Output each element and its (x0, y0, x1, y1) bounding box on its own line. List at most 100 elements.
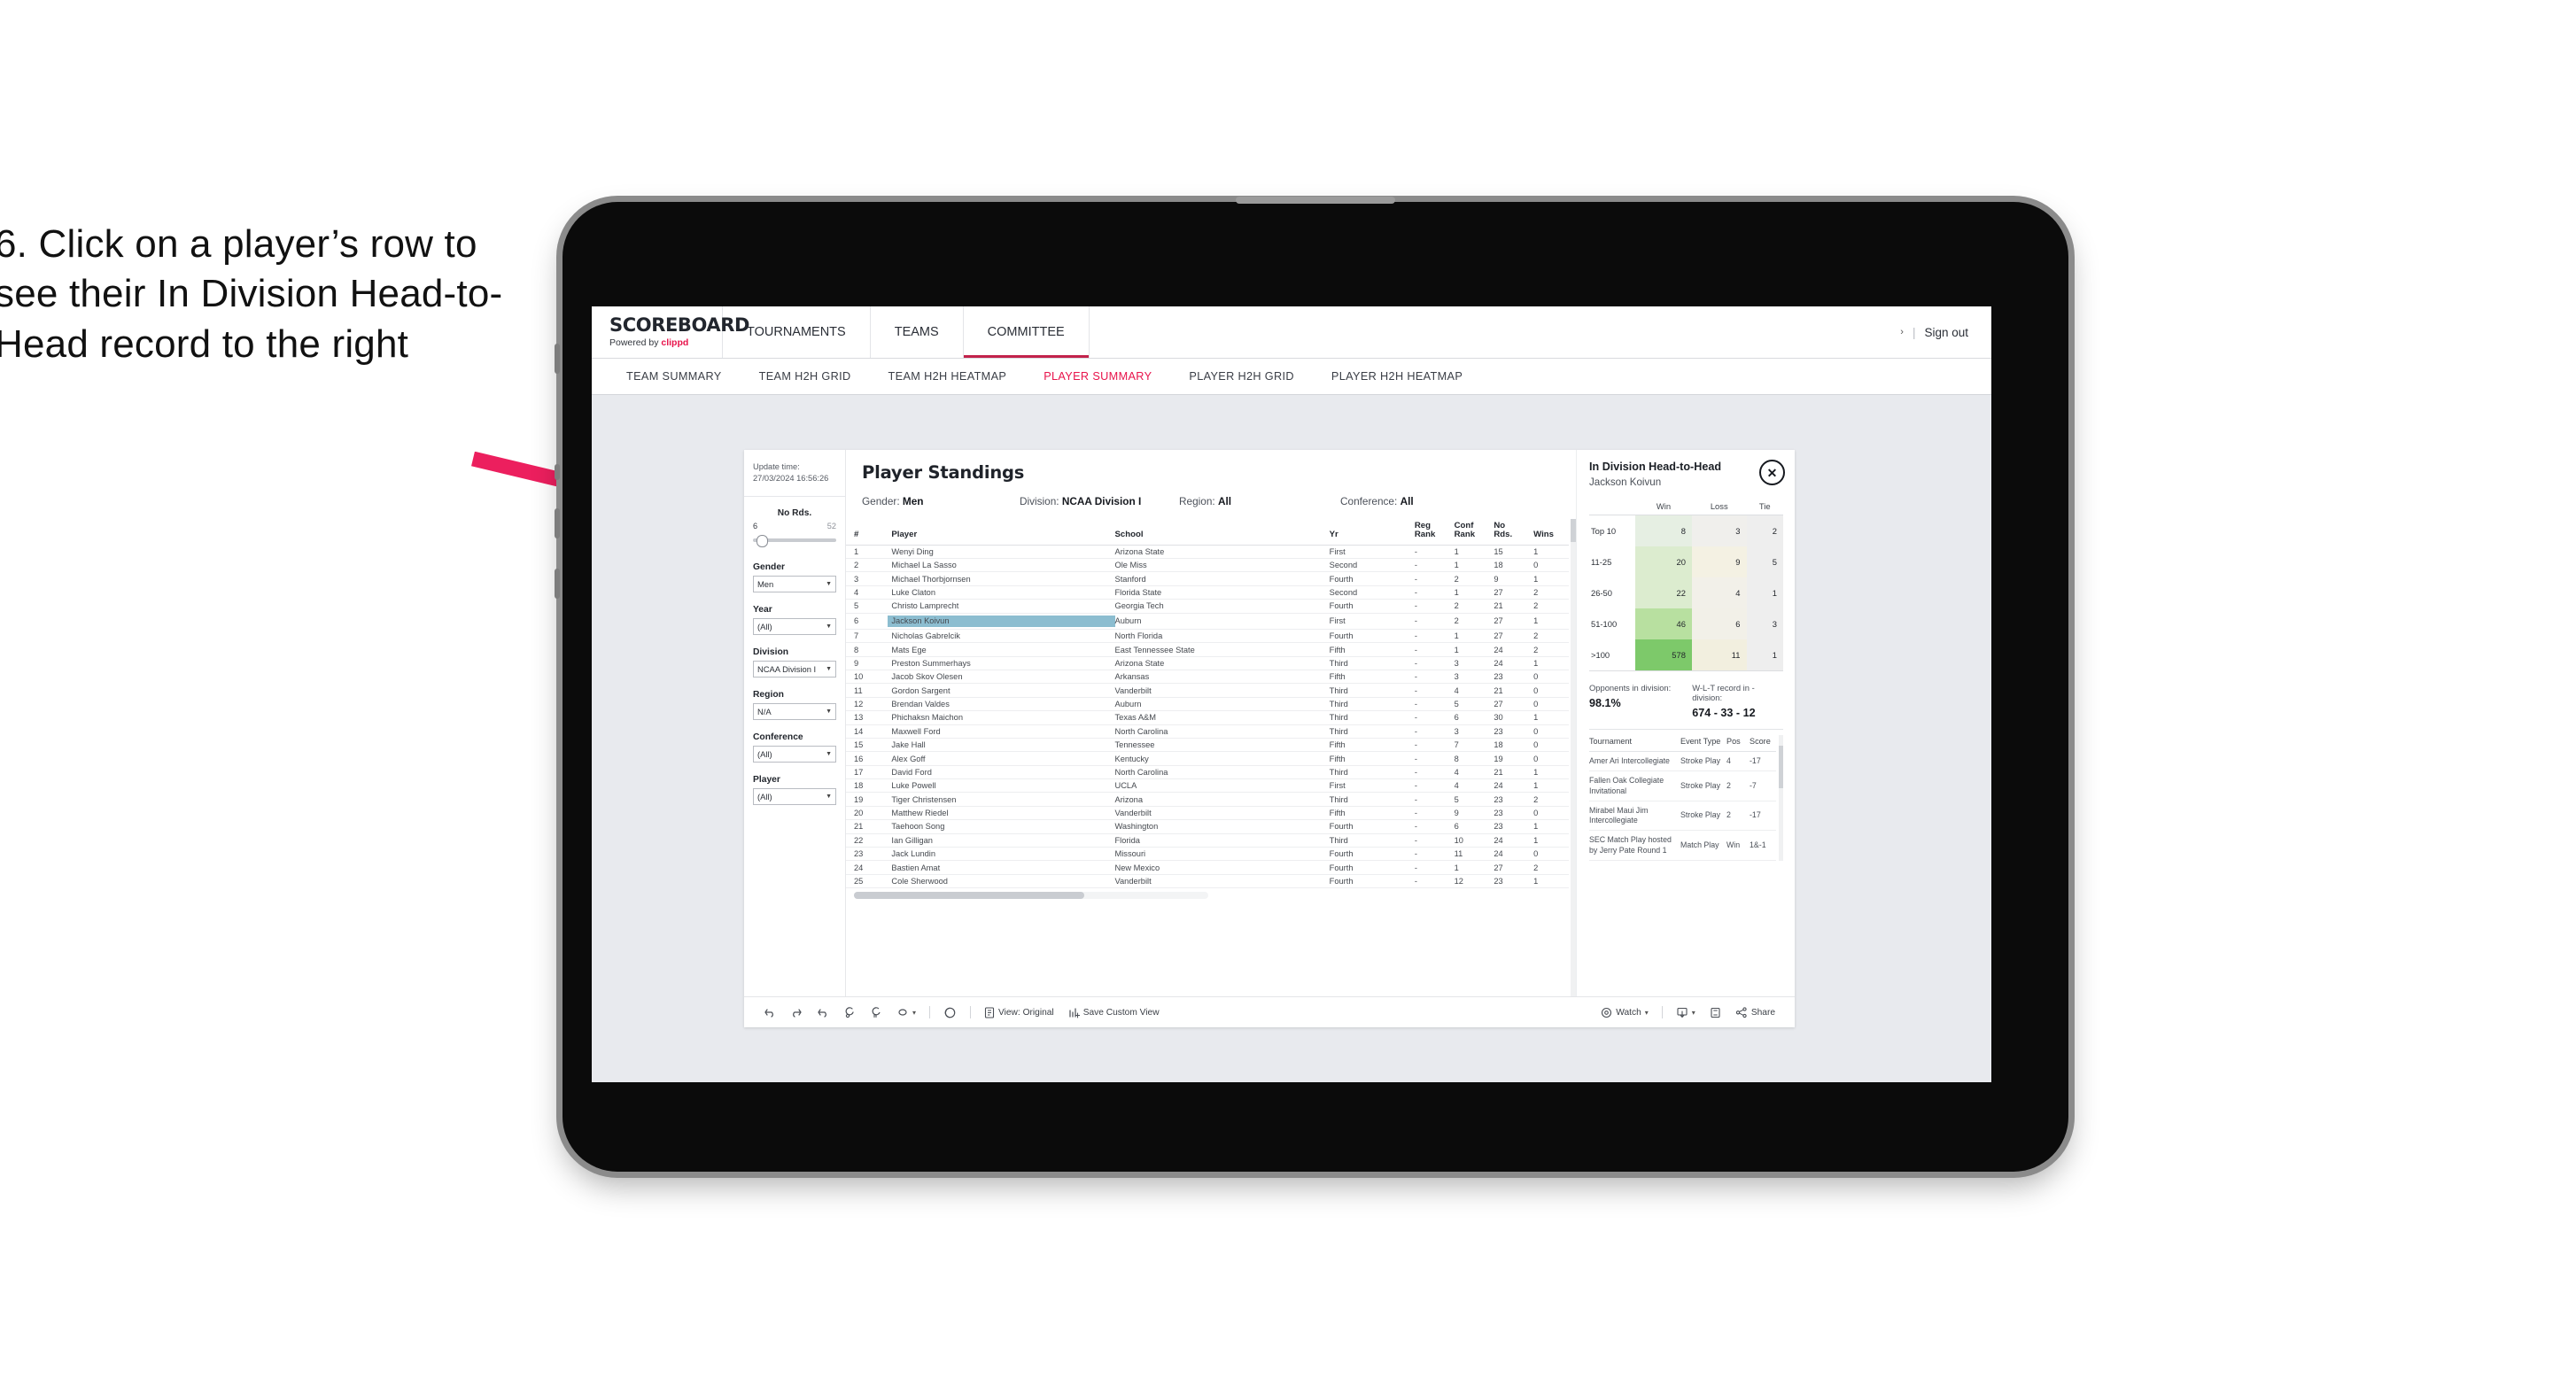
table-row[interactable]: 15 Jake Hall Tennessee Fifth -7 18 0 (846, 738, 1569, 753)
view-original-button[interactable]: View: Original (977, 1006, 1061, 1018)
table-row[interactable]: 21 Taehoon Song Washington Fourth -6 23 1 (846, 819, 1569, 834)
tournament-row[interactable]: Amer Ari Intercollegiate Stroke Play 4 -17 (1589, 751, 1776, 772)
tab-player-h2h-heatmap[interactable]: PLAYER H2H HEATMAP (1313, 370, 1481, 383)
table-row[interactable]: 23 Jack Lundin Missouri Fourth -11 24 0 (846, 847, 1569, 862)
heatmap-cell-tie[interactable]: 3 (1746, 608, 1783, 640)
filter-select-division[interactable]: NCAA Division I ▼ (753, 660, 836, 678)
tournament-row[interactable]: SEC Match Play hosted by Jerry Pate Roun… (1589, 830, 1776, 861)
account-caret-icon[interactable]: › (1900, 327, 1904, 337)
filter-select-gender[interactable]: Men ▼ (753, 575, 836, 592)
table-row[interactable]: 17 David Ford North Carolina Third -4 21 1 (846, 765, 1569, 780)
heatmap-cell-loss[interactable]: 6 (1691, 608, 1747, 640)
table-row[interactable]: 3 Michael Thorbjornsen Stanford Fourth -2 9 1 (846, 571, 1569, 586)
table-row[interactable]: 10 Jacob Skov Olesen Arkansas Fifth -3 23 0 (846, 670, 1569, 685)
col-school[interactable]: School (1114, 519, 1330, 546)
slider-knob[interactable] (756, 534, 768, 547)
close-icon[interactable]: ✕ (1759, 460, 1785, 485)
heatmap-cell-tie[interactable]: 2 (1746, 515, 1783, 547)
fullscreen-icon[interactable] (1703, 1007, 1728, 1018)
table-row[interactable]: 22 Ian Gilligan Florida Third -10 24 1 (846, 833, 1569, 848)
horizontal-scrollbar[interactable] (854, 892, 1208, 900)
cell-pos: 2 (1726, 770, 1750, 801)
heatmap-cell-tie[interactable]: 1 (1746, 577, 1783, 609)
nav-tournaments[interactable]: TOURNAMENTS (723, 306, 871, 358)
save-custom-view-button[interactable]: Save Custom View (1061, 1007, 1167, 1018)
table-row[interactable]: 8 Mats Ege East Tennessee State Fifth -1 24 2 (846, 642, 1569, 657)
cell-player: Jackson Koivun (888, 613, 1115, 630)
table-row[interactable]: 12 Brendan Valdes Auburn Third -5 27 0 (846, 697, 1569, 712)
col-reg-rank[interactable]: Reg Rank (1414, 519, 1455, 546)
col-no-rds[interactable]: No Rds. (1494, 519, 1534, 546)
table-row[interactable]: 18 Luke Powell UCLA First -4 24 1 (846, 778, 1569, 794)
table-row[interactable]: 7 Nicholas Gabrelcik North Florida Fourth -1… (846, 629, 1569, 644)
col-wins[interactable]: Wins (1533, 519, 1569, 546)
tab-team-h2h-heatmap[interactable]: TEAM H2H HEATMAP (870, 370, 1026, 383)
app-logo[interactable]: SCOREBOARD Powered by clippd (592, 306, 750, 358)
refresh-data-icon[interactable] (836, 1006, 863, 1018)
highlight-icon[interactable]: ▾ (889, 1006, 923, 1018)
heatmap-row: 11-25 20 9 5 (1589, 546, 1783, 578)
tournament-row[interactable]: Fallen Oak Collegiate Invitational Stroke… (1589, 770, 1776, 801)
nav-committee[interactable]: COMMITTEE (963, 306, 1090, 358)
filter-select-year[interactable]: (All) ▼ (753, 617, 836, 635)
heatmap-cell-win[interactable]: 46 (1635, 608, 1692, 640)
sign-out-link[interactable]: Sign out (1924, 326, 1968, 339)
tab-player-summary[interactable]: PLAYER SUMMARY (1025, 370, 1170, 383)
filter-select-conference[interactable]: (All) ▼ (753, 745, 836, 763)
table-row[interactable]: 13 Phichaksn Maichon Texas A&M Third -6 30 1 (846, 710, 1569, 725)
table-row[interactable]: 6 Jackson Koivun Auburn First -2 27 1 (846, 613, 1569, 630)
watch-button[interactable]: Watch ▾ (1594, 1007, 1656, 1018)
cell-rank: 8 (846, 642, 892, 657)
table-row[interactable]: 19 Tiger Christensen Arizona Third -5 23 2 (846, 792, 1569, 807)
col-conf-rank[interactable]: Conf Rank (1454, 519, 1494, 546)
tab-team-h2h-grid[interactable]: TEAM H2H GRID (741, 370, 870, 383)
logo-wordmark: SCOREBOARD (609, 314, 750, 336)
table-row[interactable]: 1 Wenyi Ding Arizona State First -1 15 1 (846, 545, 1569, 560)
redo-icon[interactable] (783, 1006, 810, 1018)
col-yr[interactable]: Yr (1329, 519, 1415, 546)
share-button[interactable]: Share (1728, 1006, 1782, 1018)
table-row[interactable]: 24 Bastien Amat New Mexico Fourth -1 27 2 (846, 860, 1569, 875)
table-row[interactable]: 25 Cole Sherwood Vanderbilt Fourth -12 23 1 (846, 874, 1569, 889)
table-row[interactable]: 2 Michael La Sasso Ole Miss Second -1 18 0 (846, 558, 1569, 573)
filter-select-region[interactable]: N/A ▼ (753, 702, 836, 720)
cell-pos: 2 (1726, 801, 1750, 832)
col-player[interactable]: Player (891, 519, 1115, 546)
pause-auto-update-icon[interactable] (863, 1006, 889, 1018)
heatmap-cell-loss[interactable]: 3 (1691, 515, 1747, 547)
tournament-scrollbar[interactable] (1779, 735, 1783, 861)
nav-teams[interactable]: TEAMS (871, 306, 964, 358)
table-row[interactable]: 20 Matthew Riedel Vanderbilt Fifth -9 23 0 (846, 806, 1569, 821)
undo-icon[interactable] (757, 1006, 783, 1018)
table-row[interactable]: 11 Gordon Sargent Vanderbilt Third -4 21 0 (846, 683, 1569, 698)
table-row[interactable]: 4 Luke Claton Florida State Second -1 27 2 (846, 585, 1569, 600)
heatmap-cell-tie[interactable]: 5 (1746, 546, 1783, 578)
no-rounds-slider[interactable]: No Rds. 6 52 (753, 497, 836, 550)
cell-no-rds: 21 (1494, 765, 1534, 780)
tab-player-h2h-grid[interactable]: PLAYER H2H GRID (1170, 370, 1313, 383)
tournament-row[interactable]: Mirabel Maui Jim Intercollegiate Stroke P… (1589, 801, 1776, 832)
revert-icon[interactable] (810, 1006, 836, 1018)
table-row[interactable]: 14 Maxwell Ford North Carolina Third -3 23 0 (846, 724, 1569, 739)
table-row[interactable]: 9 Preston Summerhays Arizona State Third -3 2… (846, 656, 1569, 671)
cell-rank: 15 (846, 738, 892, 753)
download-icon[interactable]: ▾ (1669, 1007, 1703, 1018)
heatmap-row-label: Top 10 (1591, 526, 1617, 537)
heatmap-cell-win[interactable]: 8 (1635, 515, 1692, 547)
fit-icon[interactable] (936, 1006, 964, 1019)
heatmap-cell-win[interactable]: 22 (1635, 577, 1692, 609)
col-rank[interactable]: # (846, 519, 892, 546)
heatmap-cell-loss[interactable]: 11 (1691, 639, 1747, 672)
slider-track[interactable] (753, 534, 836, 547)
table-row[interactable]: 5 Christo Lamprecht Georgia Tech Fourth -2 21… (846, 599, 1569, 614)
heatmap-cell-win[interactable]: 578 (1635, 639, 1692, 672)
heatmap-cell-win[interactable]: 20 (1635, 546, 1692, 578)
cell-school: Texas A&M (1114, 710, 1330, 725)
filter-select-player[interactable]: (All) ▼ (753, 787, 836, 805)
table-row[interactable]: 16 Alex Goff Kentucky Fifth -8 19 0 (846, 751, 1569, 766)
heatmap-cell-loss[interactable]: 9 (1691, 546, 1747, 578)
heatmap-cell-tie[interactable]: 1 (1746, 639, 1783, 672)
heatmap-cell-loss[interactable]: 4 (1691, 577, 1747, 609)
tab-team-summary[interactable]: TEAM SUMMARY (608, 370, 741, 383)
cell-wins: 2 (1533, 860, 1569, 875)
